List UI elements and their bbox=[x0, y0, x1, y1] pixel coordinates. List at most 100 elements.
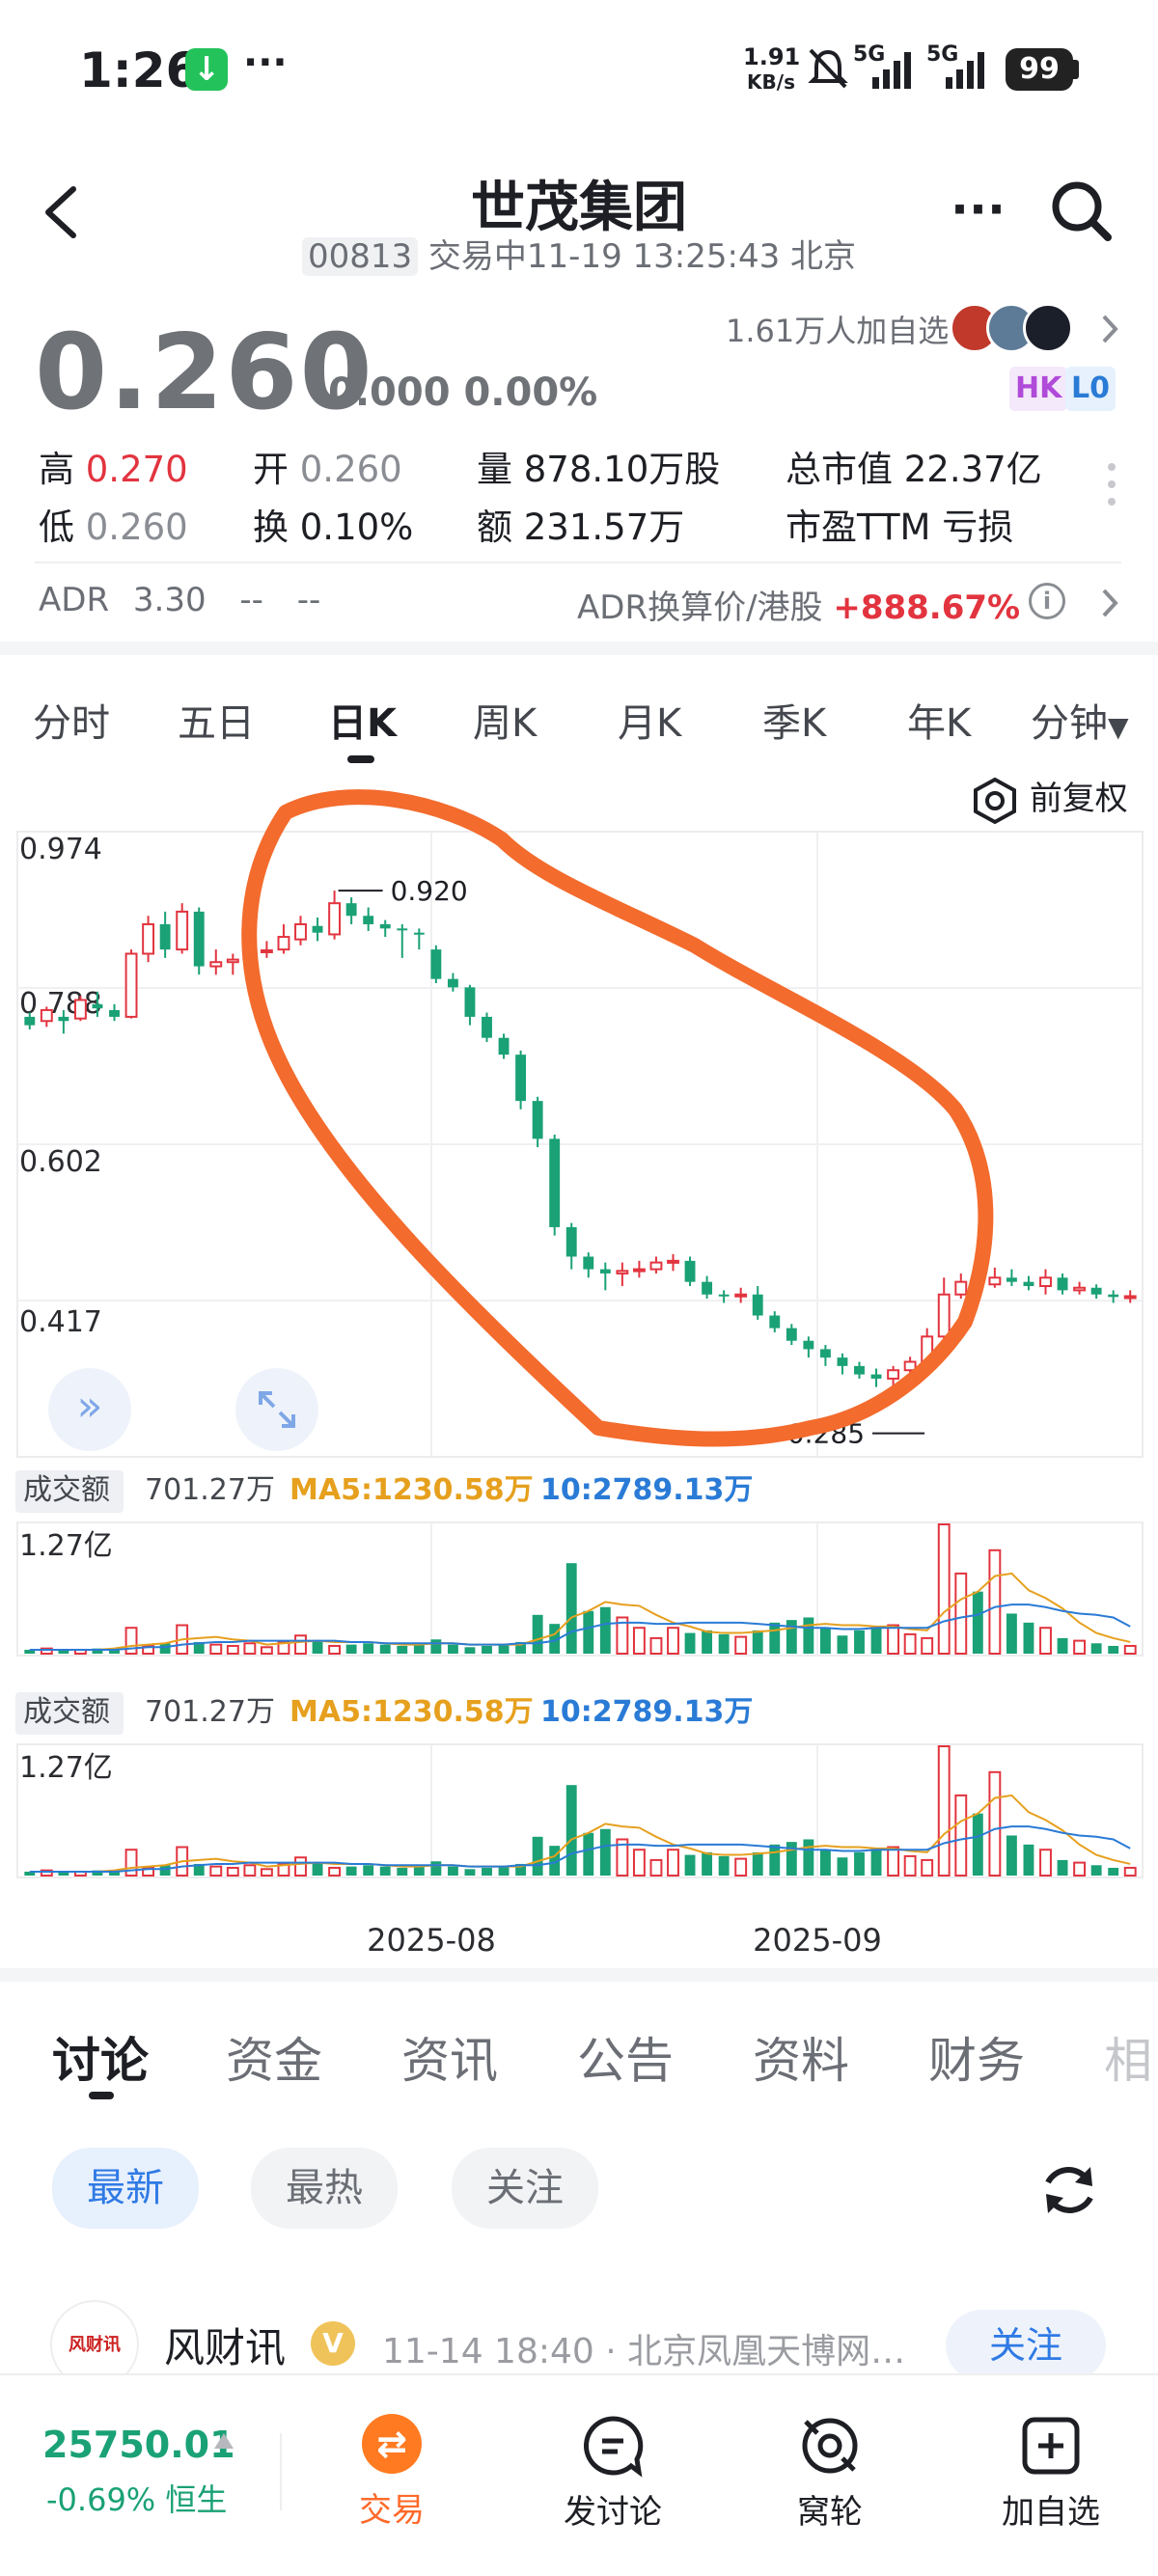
volume-bar bbox=[988, 1770, 1002, 1877]
volume-bar bbox=[786, 1620, 797, 1654]
volume-bar bbox=[903, 1632, 917, 1656]
volume-bar bbox=[482, 1867, 492, 1876]
volume-bar bbox=[1039, 1627, 1052, 1656]
tab-quarterly-k[interactable]: 季K bbox=[762, 692, 826, 748]
stat-value: 0.10% bbox=[299, 507, 414, 548]
adr-dash: -- bbox=[239, 581, 263, 619]
kline-chart[interactable]: 0.9740.7880.6020.4170.2310.9200.285成交额70… bbox=[0, 762, 1158, 1968]
volume-bar bbox=[972, 1813, 983, 1876]
nav-post[interactable]: 发讨论 bbox=[550, 2414, 676, 2533]
tab-minute-label: 分钟 bbox=[1031, 701, 1108, 746]
annotation-circle bbox=[241, 789, 994, 1447]
tab-announcements[interactable]: 公告 bbox=[577, 2022, 674, 2092]
signal-icon-1 bbox=[872, 52, 911, 89]
nav-warrants-label: 窝轮 bbox=[797, 2493, 863, 2532]
chevron-right-icon[interactable] bbox=[1098, 313, 1121, 345]
volume-bar bbox=[937, 1523, 951, 1655]
volume-bar bbox=[854, 1851, 865, 1876]
volume-bar bbox=[1123, 1866, 1137, 1877]
volume-bar bbox=[972, 1591, 983, 1654]
volume-bar bbox=[124, 1849, 138, 1877]
adr-row[interactable]: ADR 3.30 -- -- bbox=[39, 581, 320, 619]
tab-five-day[interactable]: 五日 bbox=[178, 692, 255, 748]
volume-bar bbox=[345, 1644, 357, 1654]
nav-add-watchlist[interactable]: 加自选 bbox=[988, 2414, 1114, 2533]
volume-bar bbox=[734, 1635, 748, 1656]
filter-following[interactable]: 关注 bbox=[452, 2148, 598, 2229]
refresh-icon[interactable] bbox=[1036, 2157, 1102, 2223]
stat-label: 开 bbox=[253, 449, 289, 490]
candle-body bbox=[649, 1261, 663, 1271]
stat-label: 量 bbox=[477, 449, 512, 490]
volume-bar bbox=[599, 1828, 611, 1876]
y-tick-label: 0.788 bbox=[19, 987, 102, 1021]
back-arrow-icon[interactable] bbox=[39, 183, 81, 241]
volume-bar bbox=[837, 1857, 848, 1876]
volume-bar bbox=[1057, 1637, 1068, 1654]
x-tick-label: 2025-09 bbox=[753, 1922, 882, 1959]
author-name[interactable]: 风财讯 bbox=[164, 2316, 286, 2374]
period-tabs: 分时 五日 日K 周K 月K 季K 年K 分钟▼ bbox=[0, 642, 1158, 763]
volume-bar bbox=[464, 1869, 476, 1876]
adr-convert-value: +888.67% bbox=[833, 589, 1021, 627]
volume-ma10-label: 10:2789.13万 bbox=[540, 1473, 753, 1507]
info-icon[interactable]: i bbox=[1029, 583, 1065, 619]
candle-body bbox=[193, 911, 205, 967]
volume-bar bbox=[1123, 1644, 1137, 1656]
hk-badge: HK bbox=[1009, 367, 1068, 411]
expand-stats-icon[interactable] bbox=[1108, 463, 1117, 506]
more-menu-icon[interactable]: ··· bbox=[951, 181, 1006, 237]
search-icon[interactable] bbox=[1048, 178, 1116, 245]
stat-label: 总市值 bbox=[786, 449, 893, 490]
candle-body bbox=[549, 1138, 561, 1227]
follow-button[interactable]: 关注 bbox=[946, 2310, 1106, 2381]
stat-label: 低 bbox=[39, 507, 74, 548]
tab-minute[interactable]: 分钟▼ bbox=[1031, 692, 1129, 748]
tab-news[interactable]: 资讯 bbox=[401, 2022, 498, 2092]
tab-intraday[interactable]: 分时 bbox=[33, 692, 110, 748]
expand-side-icon[interactable]: » bbox=[48, 1368, 131, 1451]
candle-body bbox=[142, 922, 155, 955]
candle-body bbox=[124, 952, 138, 1018]
tab-profile[interactable]: 资料 bbox=[753, 2022, 849, 2092]
fullscreen-icon[interactable] bbox=[235, 1368, 318, 1451]
caret-down-icon: ▼ bbox=[1108, 711, 1129, 743]
volume-ma5-label: MA5:1230.58万 bbox=[290, 1473, 534, 1507]
watcher-avatars[interactable] bbox=[950, 303, 1077, 353]
tab-discussion[interactable]: 讨论 bbox=[52, 2022, 149, 2092]
candle-body bbox=[294, 922, 307, 941]
stat-value: 0.260 bbox=[299, 449, 402, 490]
stat-low: 低 0.260 bbox=[39, 498, 188, 550]
filter-hottest[interactable]: 最热 bbox=[251, 2148, 398, 2229]
candle-body bbox=[769, 1315, 781, 1329]
tab-daily-k[interactable]: 日K bbox=[328, 692, 397, 748]
volume-bar bbox=[854, 1630, 865, 1654]
volume-bar bbox=[413, 1644, 425, 1654]
candle-body bbox=[1039, 1276, 1052, 1288]
filter-latest[interactable]: 最新 bbox=[52, 2148, 199, 2229]
watchers-count[interactable]: 1.61万人加自选 bbox=[726, 307, 949, 351]
index-value[interactable]: 25750.01 bbox=[42, 2424, 235, 2466]
nav-warrants[interactable]: 窝轮 bbox=[772, 2414, 888, 2533]
index-change[interactable]: -0.69% 恒生 bbox=[46, 2476, 227, 2520]
tab-monthly-k[interactable]: 月K bbox=[618, 692, 681, 748]
volume-bar bbox=[260, 1646, 273, 1655]
candle-body bbox=[734, 1293, 748, 1298]
stat-value: 231.57万 bbox=[523, 507, 685, 548]
tab-financials[interactable]: 财务 bbox=[928, 2022, 1025, 2092]
nav-post-label: 发讨论 bbox=[564, 2493, 662, 2532]
tab-related[interactable]: 相 bbox=[1104, 2022, 1158, 2092]
tab-yearly-k[interactable]: 年K bbox=[907, 692, 971, 748]
volume-value: 701.27万 bbox=[145, 1473, 275, 1507]
volume-bar bbox=[1108, 1867, 1119, 1876]
adr-convert[interactable]: ADR换算价/港股 +888.67% bbox=[577, 581, 1020, 628]
chevron-right-icon[interactable] bbox=[1098, 587, 1121, 619]
volume-bar bbox=[684, 1854, 696, 1876]
volume-bar bbox=[430, 1639, 442, 1654]
author-logo-text: 风财讯 bbox=[69, 2335, 121, 2355]
nav-trade[interactable]: ⇄ 交易 bbox=[334, 2414, 450, 2531]
tab-funds[interactable]: 资金 bbox=[226, 2022, 322, 2092]
tab-weekly-k[interactable]: 周K bbox=[473, 692, 537, 748]
candle-body bbox=[752, 1294, 763, 1316]
candle-body bbox=[430, 949, 442, 979]
